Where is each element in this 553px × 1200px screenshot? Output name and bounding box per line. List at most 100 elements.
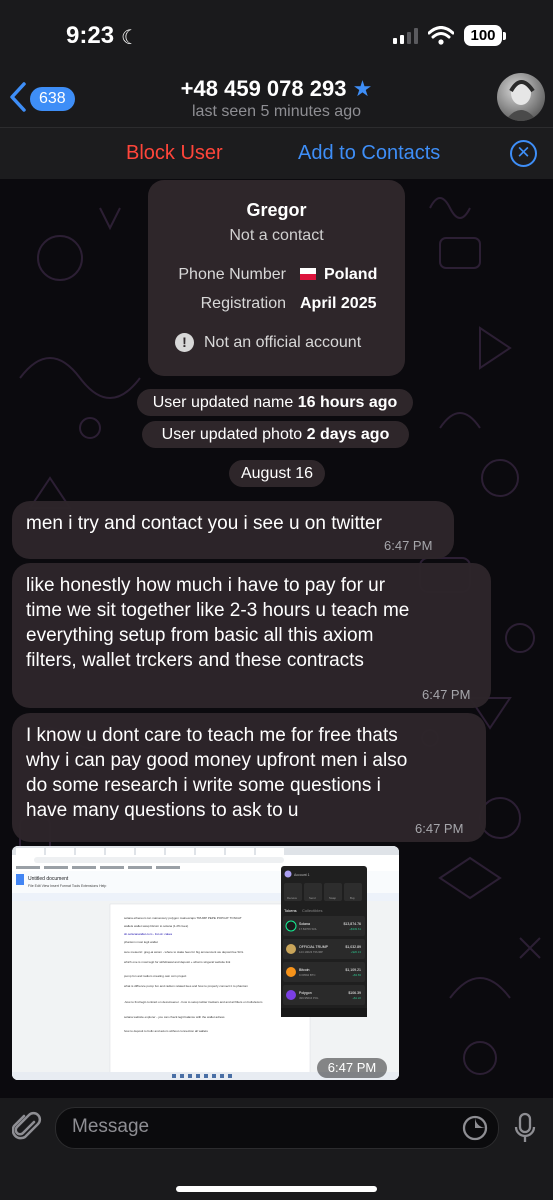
cellular-signal-icon (393, 28, 418, 44)
token-amount: 0.00594 BTC (299, 973, 315, 977)
doc-line: sure meteoric: greg-ai axiom - where to … (124, 950, 244, 954)
message-time: 6:47 PM (422, 687, 471, 702)
microphone-icon[interactable] (513, 1112, 537, 1144)
doc-line: solana ethereum ton mainexcery polygon m… (124, 916, 242, 920)
service-photo-updated: User updated photo 2 days ago (142, 421, 409, 448)
doc-title: Untitled document (28, 876, 69, 882)
star-icon: ★ (352, 76, 373, 101)
desktop-screenshot: Untitled document File Edit View Insert … (12, 846, 399, 1080)
contact-info-card: Gregor Not a contact Phone Number Poland… (148, 180, 405, 376)
status-bar: 9:23 ☾ 100 (0, 0, 553, 70)
wallet-action: Receive (287, 896, 298, 900)
message-bubble-1[interactable]: men i try and contact you i see u on twi… (12, 501, 454, 559)
token-amount: 499.95616 POL (299, 996, 319, 1000)
block-user-button[interactable]: Block User (126, 142, 223, 165)
chat-title[interactable]: +48 459 078 293 ★ (0, 76, 553, 102)
registration-label: Registration (200, 295, 286, 312)
home-indicator (176, 1186, 377, 1192)
message-line: everything setup from basic all this axi… (26, 625, 374, 646)
message-line: have many questions to ask to u (26, 800, 299, 821)
action-bar: Block User Add to Contacts ✕ (0, 127, 553, 179)
wallet-account: Account 1 (294, 873, 310, 877)
message-line: time we sit together like 2-3 hours u te… (26, 600, 410, 621)
doc-line: phantom most legit wallet (124, 940, 158, 944)
registration-value: April 2025 (300, 295, 377, 312)
focus-moon-icon: ☾ (121, 27, 139, 49)
doc-line: how to deposit to bullx and axiom withou… (124, 1029, 208, 1033)
message-bubble-3[interactable]: I know u dont care to teach me for free … (12, 713, 486, 842)
message-line: do some research i write some questions … (26, 775, 381, 796)
date-separator: August 16 (229, 460, 325, 487)
service-name-updated: User updated name 16 hours ago (137, 389, 413, 416)
chat-title-text: +48 459 078 293 (180, 76, 347, 101)
image-message-time: 6:47 PM (317, 1058, 387, 1078)
wallet-action: Send (309, 896, 316, 900)
service-name-time: 16 hours ago (297, 394, 398, 411)
message-placeholder: Message (72, 1116, 150, 1137)
service-photo-text: User updated photo (161, 426, 307, 443)
phone-number-label: Phone Number (178, 266, 286, 283)
wallet-action: Swap (329, 896, 336, 900)
doc-line: sb.solscanwallet.com - list ok: cakes (124, 932, 173, 936)
token-amount: 123.19023 TRUMP (299, 950, 323, 954)
message-text: I know u dont care to teach me for free … (26, 723, 407, 823)
token-change: +$20.13 (351, 950, 362, 954)
doc-line: solana website explorer - you can check … (124, 1015, 225, 1019)
wifi-icon (428, 26, 454, 45)
service-name-text: User updated name (152, 394, 298, 411)
token-value: $1,109.21 (345, 968, 361, 972)
doc-line: which one is most legit for withdrawal a… (124, 960, 231, 964)
service-photo-time: 2 days ago (306, 426, 390, 443)
clock: 9:23 (66, 22, 115, 49)
token-name: OFFICIAL TRUMP (299, 945, 329, 949)
not-official-text: Not an official account (204, 333, 362, 351)
exclamation-icon: ! (175, 333, 194, 352)
contact-name: Gregor (246, 200, 307, 220)
add-to-contacts-button[interactable]: Add to Contacts (298, 142, 440, 165)
battery-tip (503, 32, 506, 40)
message-line: men i try and contact you i see u on twi… (26, 513, 382, 534)
phone-country: Poland (324, 266, 378, 283)
doc-line: -how to find legit contract on dexscreen… (124, 1000, 263, 1004)
token-value: $106.39 (348, 991, 361, 995)
contact-status: Not a contact (229, 227, 324, 244)
sticker-icon[interactable] (462, 1115, 488, 1141)
message-input-bar: Message (0, 1098, 553, 1200)
message-line: I know u dont care to teach me for free … (26, 725, 398, 746)
message-line: why i can pay good money upfront men i a… (26, 750, 408, 771)
close-icon[interactable]: ✕ (510, 140, 537, 167)
token-name: Solana (299, 922, 310, 926)
doc-menu: File Edit View Insert Format Tools Exten… (28, 884, 106, 888)
message-line: like honestly how much i have to pay for… (26, 575, 386, 596)
wallet-tab-tokens: Tokens (284, 908, 297, 913)
paperclip-icon[interactable] (12, 1110, 42, 1144)
doc-line: pump fun and radium creating own coin pr… (124, 974, 187, 978)
token-value: $13,874.76 (343, 922, 361, 926)
phone-number-value: Poland (300, 266, 377, 284)
battery-indicator: 100 (464, 25, 502, 46)
doc-line: wallets wallet swap bitcoin to solana (1… (124, 924, 188, 928)
doc-line: what is diffrence pump fun and radium re… (124, 984, 249, 988)
message-text: men i try and contact you i see u on twi… (26, 511, 382, 536)
token-change: +$349.61 (349, 927, 361, 931)
chat-header: 638 +48 459 078 293 ★ last seen 5 minute… (0, 70, 553, 127)
avatar[interactable] (497, 73, 545, 121)
poland-flag-icon (300, 268, 316, 280)
message-time: 6:47 PM (384, 538, 433, 553)
token-name: Polygon (299, 991, 312, 995)
token-name: Bitcoin (299, 968, 310, 972)
wallet-action: Buy (350, 896, 355, 900)
message-time: 6:47 PM (415, 821, 464, 836)
token-change: +$1.22 (352, 996, 361, 1000)
message-text: like honestly how much i have to pay for… (26, 573, 409, 673)
token-amount: 17.84709 SOL (299, 927, 317, 931)
message-line: filters, wallet trckers and these contra… (26, 650, 364, 671)
not-official-notice: ! Not an official account (175, 333, 361, 352)
message-bubble-2[interactable]: like honestly how much i have to pay for… (12, 563, 491, 708)
wallet-tab-collectibles: Collectibles (302, 908, 322, 913)
last-seen-status: last seen 5 minutes ago (192, 103, 361, 120)
token-change: +$3.83 (352, 973, 361, 977)
image-message[interactable]: Untitled document File Edit View Insert … (12, 846, 399, 1080)
token-value: $1,032.89 (345, 945, 361, 949)
message-input[interactable]: Message (55, 1107, 499, 1149)
